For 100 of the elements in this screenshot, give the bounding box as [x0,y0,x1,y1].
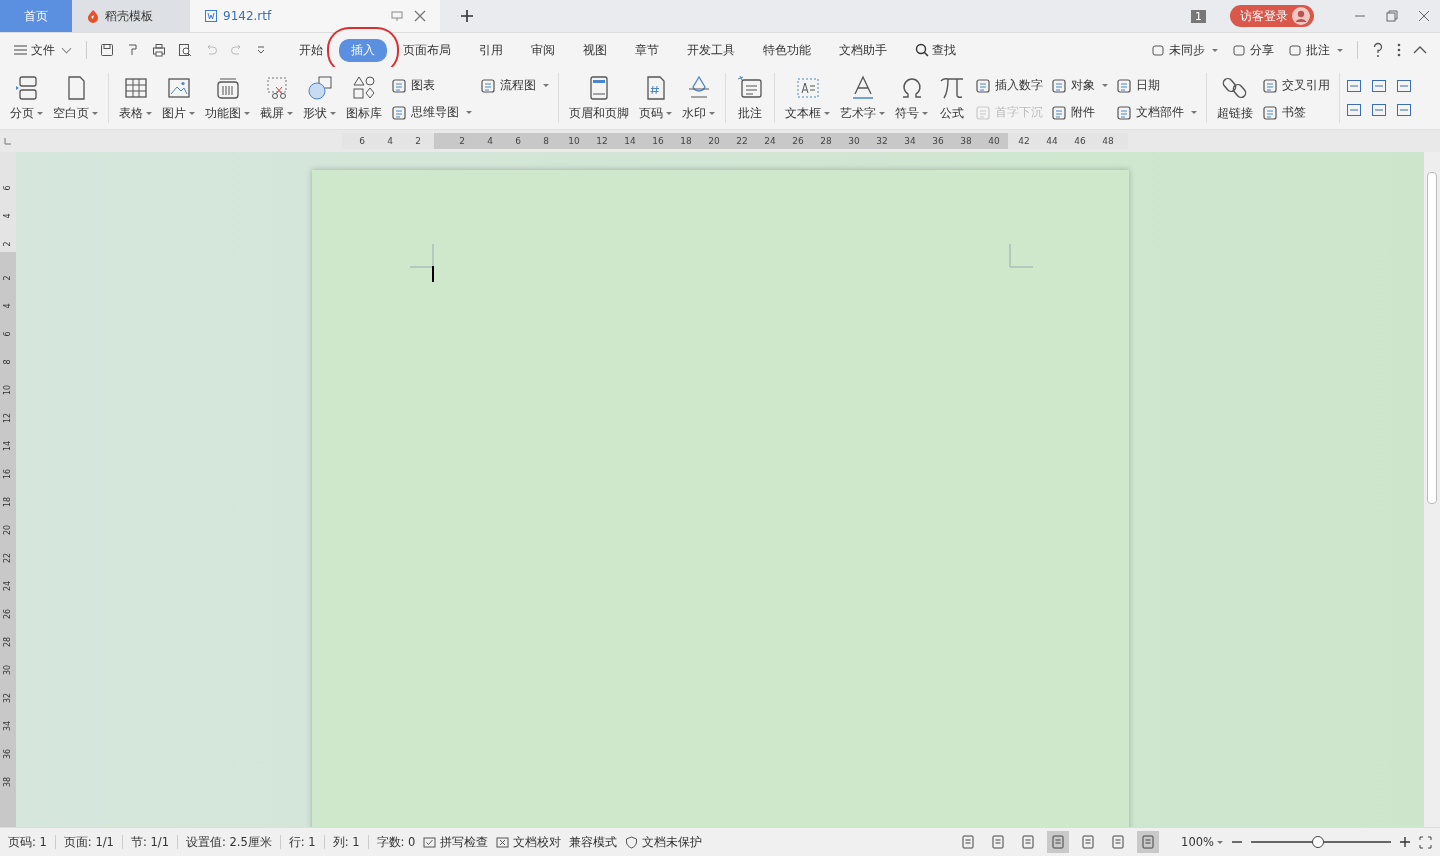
form-control-icon[interactable] [1396,102,1412,118]
toolbar-button[interactable]: 交叉引用 [1259,76,1333,95]
new-tab-icon[interactable] [460,9,474,23]
more-icon[interactable] [1397,43,1401,57]
toolbar-button[interactable]: 图表 [388,76,475,95]
text-cursor [431,266,434,282]
toolbar-button[interactable]: 图标库 [342,72,386,124]
save-icon[interactable] [100,43,114,57]
login-button[interactable]: 访客登录 [1230,5,1292,27]
document-tab[interactable]: 9142.rtf [190,0,440,32]
scrollbar[interactable] [1424,152,1440,827]
ribbon-tab[interactable]: 审阅 [519,38,567,62]
ruler-number: 42 [1017,136,1031,146]
ruler-number: 2 [414,136,422,146]
status-item[interactable]: 拼写检查 [423,834,489,850]
toolbar-button[interactable]: 图片 [158,72,199,124]
toolbar-button[interactable]: 公式 [934,72,970,124]
toolbar-button[interactable]: 功能图 [201,72,254,124]
ribbon-tab[interactable]: 引用 [467,38,515,62]
toolbar-button[interactable]: 批注 [732,72,768,124]
shield-icon [625,835,639,849]
ruler-number: 18 [2,495,13,510]
ruler-number: 36 [2,747,13,762]
toolbar-button[interactable]: 水印 [678,72,719,124]
close-icon[interactable] [414,10,426,22]
status-item[interactable]: 行: 1 [288,834,316,850]
toolbar-button[interactable]: 艺术字 [836,72,889,124]
horizontal-ruler[interactable]: 6 4 2 2 4 6 8 10 12 14 16 18 20 22 24 26 28 30 32 34 36 38 40 42 44 46 48 [342,133,1128,149]
form-control-icon[interactable] [1371,78,1387,94]
form-control-icon[interactable] [1396,78,1412,94]
ribbon-tab[interactable]: 文档助手 [827,38,899,62]
ruler-number: 4 [386,136,394,146]
toolbar-button[interactable]: 文本框 [781,72,834,124]
toolbar-button[interactable]: 页码 [635,72,676,124]
ruler-number: 2 [2,240,13,249]
toolbar-button[interactable]: 分页 [6,72,47,124]
corner-mark-icon [1008,244,1033,268]
restore-icon[interactable] [1386,10,1398,22]
status-item[interactable]: 设置值: 2.5厘米 [185,834,272,850]
form-control-icon[interactable] [1371,102,1387,118]
status-item[interactable]: 兼容模式 [569,834,618,850]
ribbon-tab[interactable]: 开发工具 [675,38,747,62]
ruler-number: 28 [2,635,13,650]
close-icon[interactable] [1418,10,1430,22]
form-control-icon[interactable] [1346,102,1362,118]
fit-window-icon[interactable] [1419,835,1432,849]
toolbar-button[interactable]: 插入数字 [972,76,1046,95]
status-item[interactable]: 页面: 1/1 [63,834,114,850]
status-item[interactable]: 节: 1/1 [130,834,169,850]
find-button[interactable]: 查找 [903,38,968,62]
ruler-number: 4 [2,212,13,221]
toolbar-button[interactable]: 超链接 [1213,72,1257,124]
count-badge[interactable]: 1 [1191,9,1206,23]
toolbar-button[interactable]: 截屏 [256,72,297,124]
circle-square-icon [305,74,334,102]
toolbar-button[interactable]: 流程图 [477,76,552,95]
ribbon-tab[interactable]: 特色功能 [751,38,823,62]
search-icon [915,43,929,57]
status-item[interactable]: 字数: 0 [376,834,416,850]
customize-caret-icon[interactable] [256,45,266,55]
flame-icon [86,9,100,23]
ribbon-tab[interactable]: 开始 [287,38,335,62]
toolbar-button[interactable]: 对象 [1048,76,1111,95]
vertical-ruler[interactable]: 6 4 2 2 4 6 8 10 12 14 16 18 20 22 24 26 28 30 32 34 36 38 [0,152,16,827]
status-item[interactable]: 文档未保护 [625,834,703,850]
status-item[interactable]: 列: 1 [332,834,360,850]
toolbar-button[interactable]: 文档部件 [1113,103,1200,122]
form-control-icon[interactable] [1346,78,1362,94]
help-icon[interactable] [1371,42,1385,58]
ruler-number: 26 [791,136,805,146]
status-item[interactable]: 文档校对 [496,834,562,850]
ruler-number: 24 [763,136,777,146]
rounded-square-icon [1232,43,1246,57]
print-icon[interactable] [152,43,166,57]
rounded-square-icon [1151,43,1165,57]
toolbar-button[interactable]: 附件 [1048,103,1111,122]
menu-button[interactable]: 未同步 [1147,41,1222,59]
toolbar-button[interactable]: 表格 [115,72,156,124]
toolbar-button[interactable]: 符号 [891,72,932,124]
ruler-number: 22 [735,136,749,146]
menu-button[interactable]: 批注 [1284,41,1347,59]
toolbar-button[interactable]: 日期 [1113,76,1200,95]
ribbon-tab[interactable]: 章节 [623,38,671,62]
toolbar-button[interactable]: 书签 [1259,103,1333,122]
ribbon-tab[interactable]: 视图 [571,38,619,62]
print-preview-icon[interactable] [178,43,192,57]
ruler-number: 6 [2,184,13,193]
zoom-level[interactable]: 100% [1181,835,1223,849]
w-document-icon [204,9,218,23]
toolbar-button[interactable]: 形状 [299,72,340,124]
toolbar-button[interactable]: 思维导图 [388,103,475,122]
menu-button[interactable]: 分享 [1228,41,1278,59]
zoom-in-icon[interactable] [1399,836,1411,848]
toolbar-button[interactable]: 空白页 [49,72,102,124]
status-item[interactable]: 页码: 1 [8,834,47,850]
collapse-icon[interactable] [1413,45,1427,55]
ribbon-tab[interactable]: 页面布局 [391,38,463,62]
document-tab[interactable]: 稻壳模板 [72,0,190,32]
toolbar-button[interactable]: 页眉和页脚 [565,72,633,124]
file-menu[interactable]: 文件 [10,41,76,59]
